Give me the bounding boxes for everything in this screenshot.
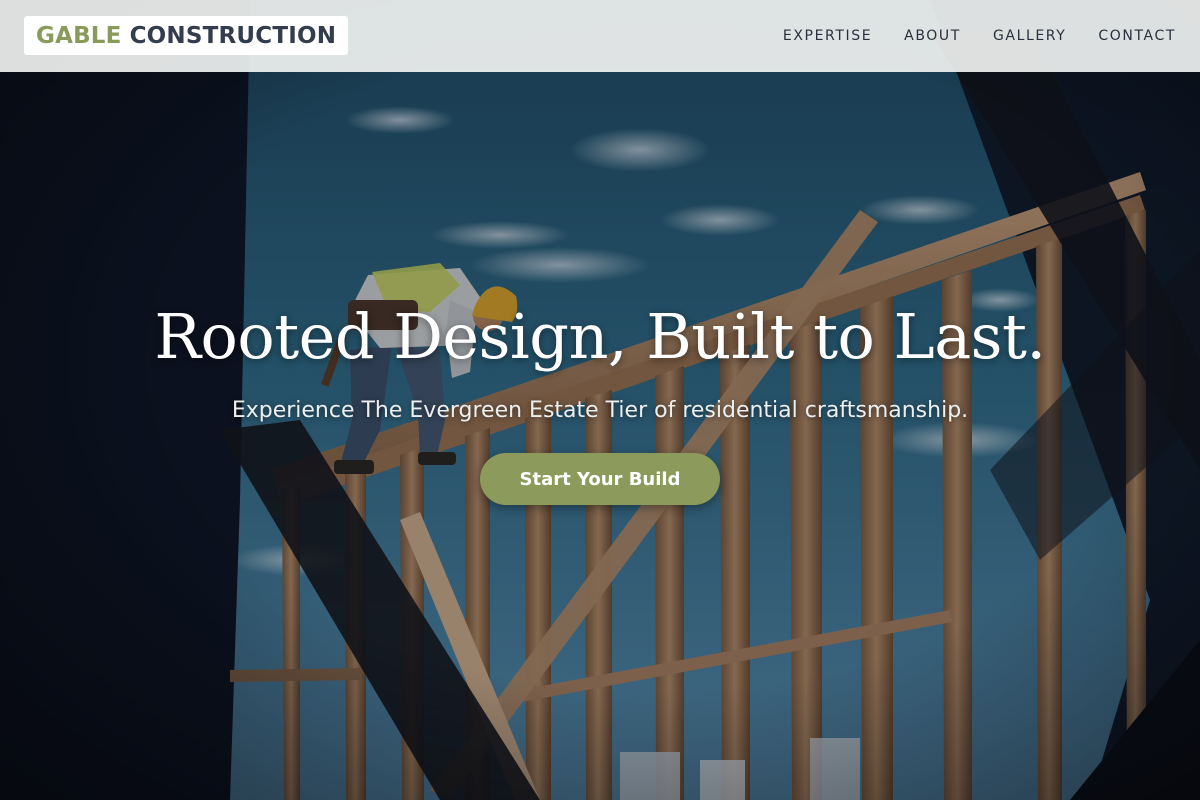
nav-link-gallery[interactable]: GALLERY xyxy=(993,28,1066,44)
hero-title: Rooted Design, Built to Last. xyxy=(154,300,1046,373)
hero-subtitle: Experience The Evergreen Estate Tier of … xyxy=(231,398,969,423)
page: GABLE CONSTRUCTION EXPERTISE ABOUT GALLE… xyxy=(0,0,1200,800)
start-build-button[interactable]: Start Your Build xyxy=(480,453,720,505)
nav-link-contact[interactable]: CONTACT xyxy=(1098,28,1176,44)
brand-name-rest: CONSTRUCTION xyxy=(129,22,337,49)
brand-logo[interactable]: GABLE CONSTRUCTION xyxy=(24,16,349,55)
brand-name-accent: GABLE xyxy=(36,22,122,49)
main-nav: EXPERTISE ABOUT GALLERY CONTACT xyxy=(783,0,1176,72)
nav-link-expertise[interactable]: EXPERTISE xyxy=(783,28,872,44)
hero-section: Rooted Design, Built to Last. Experience… xyxy=(0,294,1200,505)
site-header: GABLE CONSTRUCTION EXPERTISE ABOUT GALLE… xyxy=(0,0,1200,72)
nav-link-about[interactable]: ABOUT xyxy=(904,28,961,44)
